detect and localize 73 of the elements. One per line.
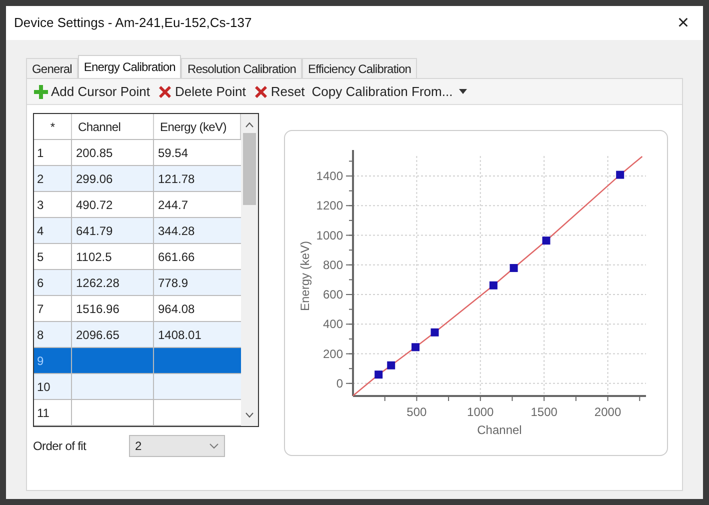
table-cell-text: 661.66 [157,248,196,266]
y-tick-label: 800 [322,258,343,272]
x-tick-label: 1000 [467,405,494,419]
row-number: 7 [34,296,72,321]
table-row[interactable]: 7 1516.96 964.08 [34,296,241,322]
table-row[interactable]: 6 1262.28 778.9 [34,270,241,296]
row-number: 10 [34,374,72,399]
order-of-fit-dropdown[interactable]: 2 [129,435,225,457]
table-cell-text: 121.78 [157,170,196,188]
toolbar-button[interactable]: Copy Calibration From... [310,82,468,102]
row-number: 5 [34,244,72,269]
y-tick-label: 400 [322,317,343,332]
table-row[interactable]: 10 [34,374,241,400]
delete-icon [252,84,269,100]
table-cell-text: 59.54 [157,144,190,162]
table-row[interactable]: 5 1102.5 661.66 [34,244,241,270]
order-of-fit-label: Order of fit [33,438,88,455]
table-cell: 2096.65 [72,322,154,347]
column-header: * [34,114,72,139]
table-cell: 490.72 [72,192,154,217]
table-row[interactable]: 4 641.79 344.28 [34,218,241,244]
chevron-down-icon [209,443,219,449]
column-header: Channel [72,114,154,139]
caret-icon [458,89,467,94]
table-cell: 1516.96 [72,296,154,321]
toolbar-button[interactable]: Delete Point [156,82,247,102]
table-cell-text: 964.08 [157,300,196,318]
table-row[interactable]: 8 2096.65 1408.01 [34,322,241,348]
x-tick-label: 500 [406,405,427,419]
table-cell: 299.06 [72,166,154,191]
table-cell: 1102.5 [72,244,154,269]
table-cell-text: 778.9 [157,274,190,292]
table-cell: 641.79 [72,218,154,243]
y-tick-label: 200 [322,346,343,361]
x-tick-label: 1500 [530,405,558,419]
tab[interactable]: General [26,58,78,78]
toolbar-button[interactable]: Add Cursor Point [32,82,151,102]
row-number: 8 [34,322,72,347]
y-tick-label: 0 [336,376,343,390]
table-row[interactable]: 3 490.72 244.7 [34,192,241,218]
tab[interactable]: Energy Calibration [78,55,182,78]
table-cell: 1262.28 [72,270,154,295]
table-cell-text: 244.7 [157,196,190,214]
window-title: Device Settings - Am-241,Eu-152,Cs-137 [14,14,252,32]
scroll-up-icon[interactable] [245,122,254,128]
delete-icon [157,84,173,100]
scrollbar-thumb[interactable] [243,133,256,205]
y-axis-title: Energy (keV) [298,240,312,312]
toolbar-button[interactable]: Reset [252,82,306,102]
y-tick-label: 600 [322,288,343,302]
row-number: 4 [34,218,72,243]
tab[interactable]: Resolution Calibration [181,58,302,78]
row-number: 2 [34,166,72,191]
table-cell-text: 1408.01 [157,326,202,344]
table-row[interactable]: 2 299.06 121.78 [34,166,241,192]
row-number: 3 [34,192,72,217]
x-axis-title: Channel [477,423,522,437]
scroll-down-icon[interactable] [245,412,254,418]
row-number: 1 [34,140,72,165]
y-tick-label: 1000 [316,228,343,242]
plus-icon [33,84,49,100]
table-cell-text: 344.28 [157,222,196,240]
table-cell: 200.85 [72,140,154,165]
y-tick-label: 1200 [316,198,343,213]
tab[interactable]: Efficiency Calibration [302,58,418,78]
row-number: 9 [34,348,72,373]
table-row[interactable]: 1 200.85 59.54 [34,140,241,166]
table-row[interactable]: 11 [34,400,241,426]
x-tick-label: 2000 [594,405,622,419]
close-button[interactable]: × [677,13,689,33]
row-number: 6 [34,270,72,295]
y-tick-label: 1400 [316,169,343,183]
row-number: 11 [34,400,72,425]
